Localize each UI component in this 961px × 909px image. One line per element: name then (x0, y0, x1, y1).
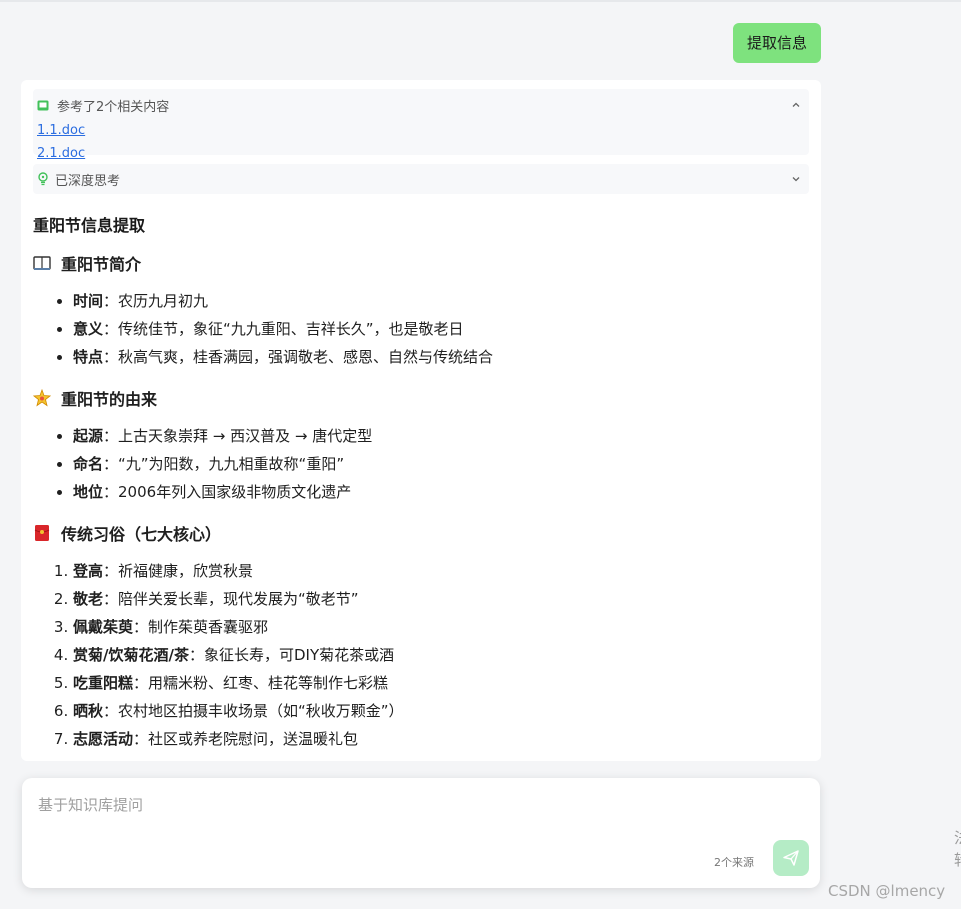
edge-overflow-text: 法 转 (954, 827, 961, 871)
item-key: 意义 (73, 320, 104, 338)
reference-file-list: 1.1.doc 2.1.doc (37, 119, 805, 165)
send-button[interactable] (773, 840, 809, 876)
item-value: ：象征长寿，可DIY菊花茶或酒 (188, 646, 395, 664)
item-key: 吃重阳糕 (73, 674, 134, 692)
item-value: ：农村地区拍摄丰收场景（如“秋收万颗金”） (103, 702, 404, 720)
question-input-box: 2个来源 (22, 778, 820, 888)
list-item: 赏菊/饮菊花酒/茶：象征长寿，可DIY菊花茶或酒 (73, 641, 809, 669)
question-input[interactable] (36, 792, 730, 846)
deep-thinking-toggle[interactable]: 已深度思考 (33, 164, 809, 194)
section-heading: 传统习俗（七大核心） (33, 523, 809, 544)
item-value: ：用糯米粉、红枣、桂花等制作七彩糕 (133, 674, 389, 692)
item-key: 登高 (73, 562, 104, 580)
origin-list: 起源：上古天象崇拜 → 西汉普及 → 唐代定型 命名：“九”为阳数，九九相重故称… (33, 422, 809, 506)
item-key: 命名 (73, 455, 104, 473)
item-key: 起源 (73, 427, 104, 445)
list-item: 时间：农历九月初九 (73, 287, 809, 315)
list-item: 地位：2006年列入国家级非物质文化遗产 (73, 478, 809, 506)
reference-file-link[interactable]: 2.1.doc (37, 142, 805, 165)
item-key: 地位 (73, 483, 104, 501)
sparkle-icon (33, 389, 51, 407)
item-value: ：传统佳节，象征“九九重阳、吉祥长久”，也是敬老日 (103, 320, 464, 338)
references-panel: 参考了2个相关内容 1.1.doc 2.1.doc (33, 89, 809, 161)
book-icon (37, 100, 49, 110)
references-heading: 参考了2个相关内容 (57, 99, 170, 115)
deep-thinking-label: 已深度思考 (55, 173, 121, 189)
item-value: ：制作茱萸香囊驱邪 (133, 618, 269, 636)
list-item: 吃重阳糕：用糯米粉、红枣、桂花等制作七彩糕 (73, 669, 809, 697)
watermark: CSDN @lmency (828, 882, 946, 900)
book-icon (33, 256, 51, 270)
list-item: 特点：秋高气爽，桂香满园，强调敬老、感恩、自然与传统结合 (73, 343, 809, 371)
item-key: 赏菊/饮菊花酒/茶 (73, 646, 189, 664)
references-header[interactable]: 参考了2个相关内容 (37, 95, 805, 115)
item-value: ：陪伴关爱长辈，现代发展为“敬老节” (103, 590, 359, 608)
top-divider (0, 0, 961, 2)
item-value: ：2006年列入国家级非物质文化遗产 (103, 483, 352, 501)
item-key: 志愿活动 (73, 730, 134, 748)
list-item: 命名：“九”为阳数，九九相重故称“重阳” (73, 450, 809, 478)
source-count[interactable]: 2个来源 (714, 854, 754, 870)
item-value: ：上古天象崇拜 → 西汉普及 → 唐代定型 (103, 427, 373, 445)
item-key: 佩戴茱萸 (73, 618, 134, 636)
list-item: 晒秋：农村地区拍摄丰收场景（如“秋收万颗金”） (73, 697, 809, 725)
item-key: 敬老 (73, 590, 104, 608)
item-key: 时间 (73, 292, 104, 310)
section-heading-text: 传统习俗（七大核心） (61, 525, 222, 544)
answer-card: 参考了2个相关内容 1.1.doc 2.1.doc 已深度思考 重阳节信息提取 (21, 80, 821, 761)
customs-list: 登高：祈福健康，欣赏秋景 敬老：陪伴关爱长辈，现代发展为“敬老节” 佩戴茱萸：制… (33, 557, 809, 753)
item-value: ：“九”为阳数，九九相重故称“重阳” (103, 455, 345, 473)
item-value: ：农历九月初九 (103, 292, 209, 310)
red-envelope-icon (34, 525, 50, 541)
send-icon (783, 850, 799, 866)
chevron-up-icon[interactable] (791, 100, 801, 110)
answer-title: 重阳节信息提取 (33, 216, 146, 235)
list-item: 意义：传统佳节，象征“九九重阳、吉祥长久”，也是敬老日 (73, 315, 809, 343)
section-heading-text: 重阳节的由来 (61, 390, 158, 409)
intro-list: 时间：农历九月初九 意义：传统佳节，象征“九九重阳、吉祥长久”，也是敬老日 特点… (33, 287, 809, 371)
extract-info-button[interactable]: 提取信息 (733, 23, 821, 63)
section-heading-text: 重阳节简介 (61, 255, 142, 274)
list-item: 志愿活动：社区或养老院慰问，送温暖礼包 (73, 725, 809, 753)
list-item: 敬老：陪伴关爱长辈，现代发展为“敬老节” (73, 585, 809, 613)
list-item: 佩戴茱萸：制作茱萸香囊驱邪 (73, 613, 809, 641)
chevron-down-icon[interactable] (791, 174, 801, 184)
item-key: 特点 (73, 348, 104, 366)
section-heading: 重阳节简介 (33, 253, 809, 274)
list-item: 起源：上古天象崇拜 → 西汉普及 → 唐代定型 (73, 422, 809, 450)
section-heading: 重阳节的由来 (33, 388, 809, 409)
list-item: 登高：祈福健康，欣赏秋景 (73, 557, 809, 585)
lightbulb-icon (38, 172, 48, 186)
item-value: ：社区或养老院慰问，送温暖礼包 (133, 730, 359, 748)
item-value: ：祈福健康，欣赏秋景 (103, 562, 254, 580)
item-key: 晒秋 (73, 702, 104, 720)
item-value: ：秋高气爽，桂香满园，强调敬老、感恩、自然与传统结合 (103, 348, 494, 366)
reference-file-link[interactable]: 1.1.doc (37, 119, 805, 142)
